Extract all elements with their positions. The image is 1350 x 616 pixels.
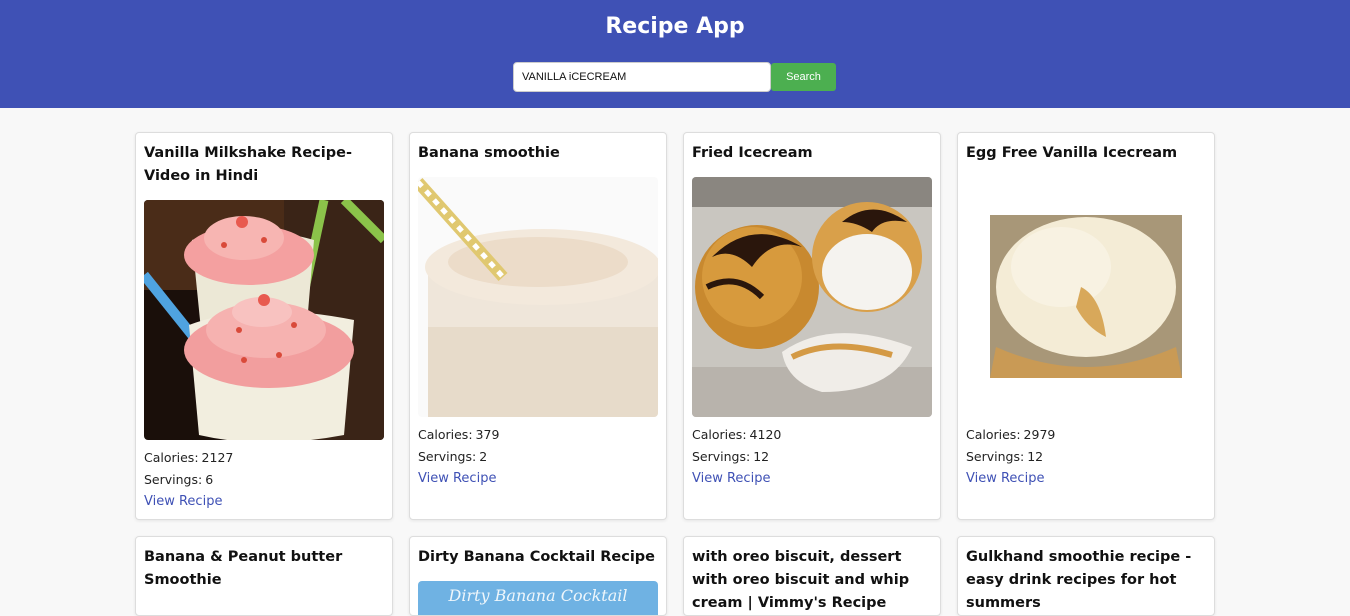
servings-value: 12	[753, 449, 770, 464]
calories-line: Calories: 4120	[692, 427, 781, 443]
calories-label: Calories:	[144, 450, 199, 465]
recipe-image	[144, 200, 384, 440]
recipe-title: Dirty Banana Cocktail Recipe	[418, 549, 656, 565]
servings-value: 6	[205, 472, 214, 487]
recipe-title: Banana smoothie	[418, 145, 560, 161]
view-recipe-link[interactable]: View Recipe	[144, 494, 222, 510]
recipe-image	[692, 177, 932, 417]
recipe-card: Gulkhand smoothie recipe - easy drink re…	[957, 536, 1215, 616]
servings-label: Servings:	[418, 449, 477, 464]
recipe-title: Banana & Peanut butter Smoothie	[144, 549, 343, 588]
recipe-card: Banana & Peanut butter Smoothie	[135, 536, 393, 616]
recipe-image	[418, 177, 658, 417]
servings-line: Servings: 12	[966, 449, 1043, 465]
recipe-card: Fried Icecream Calories: 4120 Servings: 12…	[683, 132, 941, 520]
search-input[interactable]	[513, 62, 771, 92]
app-header: Recipe App Search	[0, 0, 1350, 108]
servings-label: Servings:	[692, 449, 751, 464]
recipe-card: Dirty Banana Cocktail Recipe Dirty Banan…	[409, 536, 667, 616]
fried-icecream-photo	[692, 177, 932, 417]
calories-line: Calories: 379	[418, 427, 499, 443]
recipe-image: Dirty Banana Cocktail	[418, 581, 658, 615]
servings-value: 12	[1027, 449, 1044, 464]
recipe-card: with oreo biscuit, dessert with oreo bis…	[683, 536, 941, 616]
recipe-image	[966, 177, 1206, 417]
app-title: Recipe App	[605, 14, 745, 39]
image-caption: Dirty Banana Cocktail	[448, 586, 628, 605]
calories-value: 2127	[201, 450, 234, 465]
recipe-title: Fried Icecream	[692, 145, 813, 161]
recipe-title: Gulkhand smoothie recipe - easy drink re…	[966, 549, 1192, 611]
recipe-card: Egg Free Vanilla Icecream Calories: 2979 …	[957, 132, 1215, 520]
recipe-card: Vanilla Milkshake Recipe-Video in Hindi	[135, 132, 393, 520]
view-recipe-link[interactable]: View Recipe	[966, 471, 1044, 487]
servings-label: Servings:	[144, 472, 203, 487]
calories-label: Calories:	[966, 427, 1021, 442]
calories-value: 4120	[749, 427, 782, 442]
pink-milkshake-photo	[144, 200, 384, 440]
calories-value: 379	[475, 427, 500, 442]
banana-smoothie-photo	[418, 177, 658, 417]
vanilla-icecream-photo	[966, 177, 1206, 417]
calories-label: Calories:	[692, 427, 747, 442]
recipe-title: with oreo biscuit, dessert with oreo bis…	[692, 549, 910, 611]
calories-value: 2979	[1023, 427, 1056, 442]
recipe-card: Banana smoothie Calories: 379 Servings: 2 …	[409, 132, 667, 520]
view-recipe-link[interactable]: View Recipe	[692, 471, 770, 487]
servings-value: 2	[479, 449, 488, 464]
view-recipe-link[interactable]: View Recipe	[418, 471, 496, 487]
servings-line: Servings: 12	[692, 449, 769, 465]
servings-line: Servings: 2	[418, 449, 487, 465]
calories-line: Calories: 2127	[144, 450, 233, 466]
recipe-title: Vanilla Milkshake Recipe-Video in Hindi	[144, 145, 352, 184]
search-button[interactable]: Search	[771, 63, 836, 91]
servings-line: Servings: 6	[144, 472, 213, 488]
recipe-title: Egg Free Vanilla Icecream	[966, 145, 1178, 161]
servings-label: Servings:	[966, 449, 1025, 464]
calories-line: Calories: 2979	[966, 427, 1055, 443]
calories-label: Calories:	[418, 427, 473, 442]
